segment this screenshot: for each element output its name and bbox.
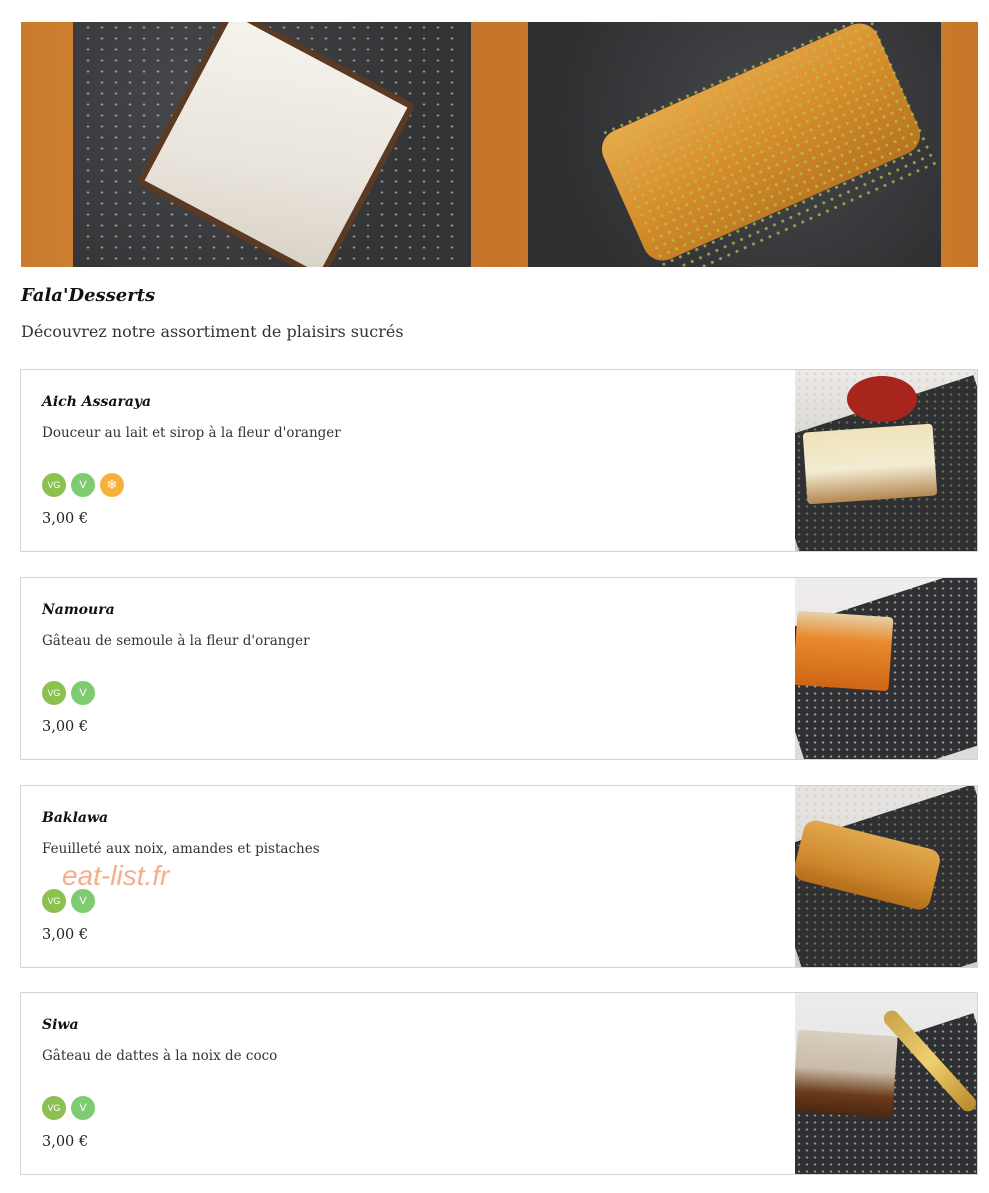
diet-badges: VG V ❄: [42, 473, 124, 497]
item-name: Aich Assaraya: [42, 394, 152, 410]
diet-badges: VG V: [42, 889, 95, 913]
item-description: Gâteau de semoule à la fleur d'oranger: [42, 633, 310, 649]
menu-item-card[interactable]: Siwa Gâteau de dattes à la noix de coco …: [20, 992, 978, 1175]
item-description: Douceur au lait et sirop à la fleur d'or…: [42, 425, 341, 441]
item-price: 3,00 €: [42, 927, 89, 943]
item-photo[interactable]: [795, 786, 977, 967]
item-price: 3,00 €: [42, 719, 89, 735]
section-subtitle: Découvrez notre assortiment de plaisirs …: [21, 322, 404, 341]
item-price: 3,00 €: [42, 511, 89, 527]
vegan-badge-icon: VG: [42, 889, 66, 913]
item-name: Namoura: [42, 602, 115, 618]
menu-item-card[interactable]: Aich Assaraya Douceur au lait et sirop à…: [20, 369, 978, 552]
item-photo[interactable]: [795, 370, 977, 551]
item-price: 3,00 €: [42, 1134, 89, 1150]
item-description: Gâteau de dattes à la noix de coco: [42, 1048, 278, 1064]
vegetarian-badge-icon: V: [71, 681, 95, 705]
watermark-text: eat-list.fr: [62, 860, 170, 891]
vegetarian-badge-icon: V: [71, 889, 95, 913]
vegan-badge-icon: VG: [42, 1096, 66, 1120]
gluten-free-wheat-icon: ❄: [100, 473, 124, 497]
diet-badges: VG V: [42, 681, 95, 705]
item-name: Baklawa: [42, 810, 109, 826]
hero-banner-image: [21, 22, 978, 267]
item-description: Feuilleté aux noix, amandes et pistaches: [42, 841, 320, 857]
vegetarian-badge-icon: V: [71, 1096, 95, 1120]
item-photo[interactable]: [795, 993, 977, 1174]
item-photo[interactable]: [795, 578, 977, 759]
diet-badges: VG V: [42, 1096, 95, 1120]
section-title: Fala'Desserts: [21, 285, 156, 306]
item-name: Siwa: [42, 1017, 79, 1033]
vegan-badge-icon: VG: [42, 681, 66, 705]
vegan-badge-icon: VG: [42, 473, 66, 497]
vegetarian-badge-icon: V: [71, 473, 95, 497]
menu-item-card[interactable]: Namoura Gâteau de semoule à la fleur d'o…: [20, 577, 978, 760]
